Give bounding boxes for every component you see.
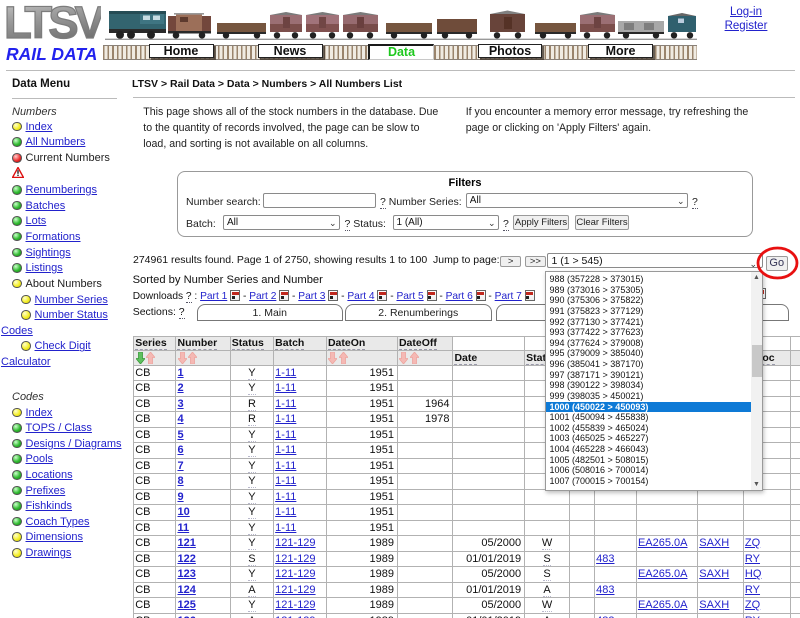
- svg-text:LTSV: LTSV: [6, 5, 101, 42]
